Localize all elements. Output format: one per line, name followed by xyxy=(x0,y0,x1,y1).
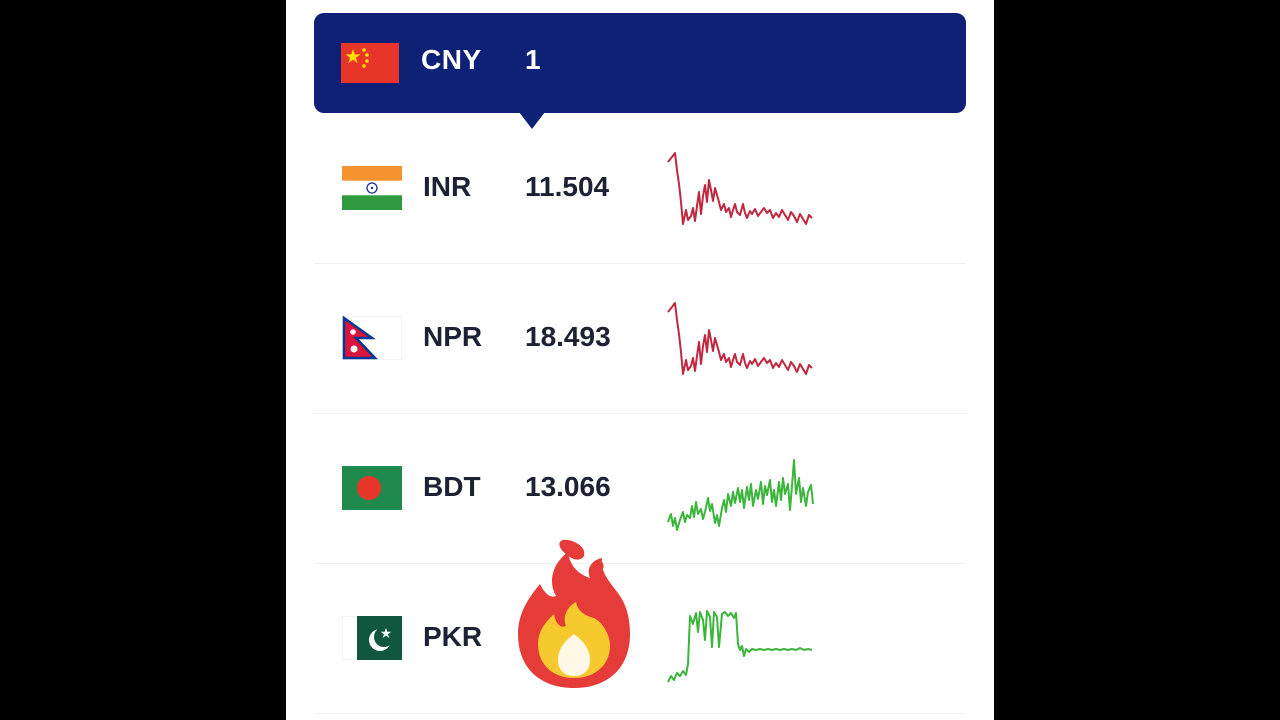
trend-sparkline xyxy=(667,610,813,683)
nepal-flag-icon xyxy=(342,316,402,360)
bangladesh-flag-icon xyxy=(342,466,402,510)
trend-sparkline xyxy=(667,152,813,225)
pakistan-flag-icon xyxy=(342,616,402,660)
currency-code: NPR xyxy=(423,321,483,352)
trend-sparkline xyxy=(667,302,813,375)
currency-rate: 13.066 xyxy=(525,471,611,502)
base-currency-code: CNY xyxy=(421,44,482,75)
currency-code: BDT xyxy=(423,471,481,502)
china-flag-icon xyxy=(341,43,399,83)
currency-row-npr[interactable]: NPR 18.493 xyxy=(314,264,966,414)
currency-rate: 18.493 xyxy=(525,321,611,352)
fire-emoji-icon xyxy=(518,539,630,688)
currency-code: INR xyxy=(423,171,472,202)
base-amount-input[interactable]: 1 xyxy=(525,44,541,76)
base-currency-bar[interactable]: CNY 1 xyxy=(314,13,966,113)
currency-row-inr[interactable]: INR 11.504 xyxy=(314,114,966,264)
currency-code: PKR xyxy=(423,621,483,652)
currency-rate: 11.504 xyxy=(525,171,610,202)
currency-row-pkr[interactable]: PKR xyxy=(314,564,966,714)
currency-converter-panel: CNY 1 INR 11.504 NPR 18.493 BDT 13.066 P… xyxy=(286,0,994,720)
currency-row-bdt[interactable]: BDT 13.066 xyxy=(314,414,966,564)
row-divider xyxy=(314,713,966,714)
trend-sparkline xyxy=(667,459,814,531)
india-flag-icon xyxy=(342,166,402,210)
